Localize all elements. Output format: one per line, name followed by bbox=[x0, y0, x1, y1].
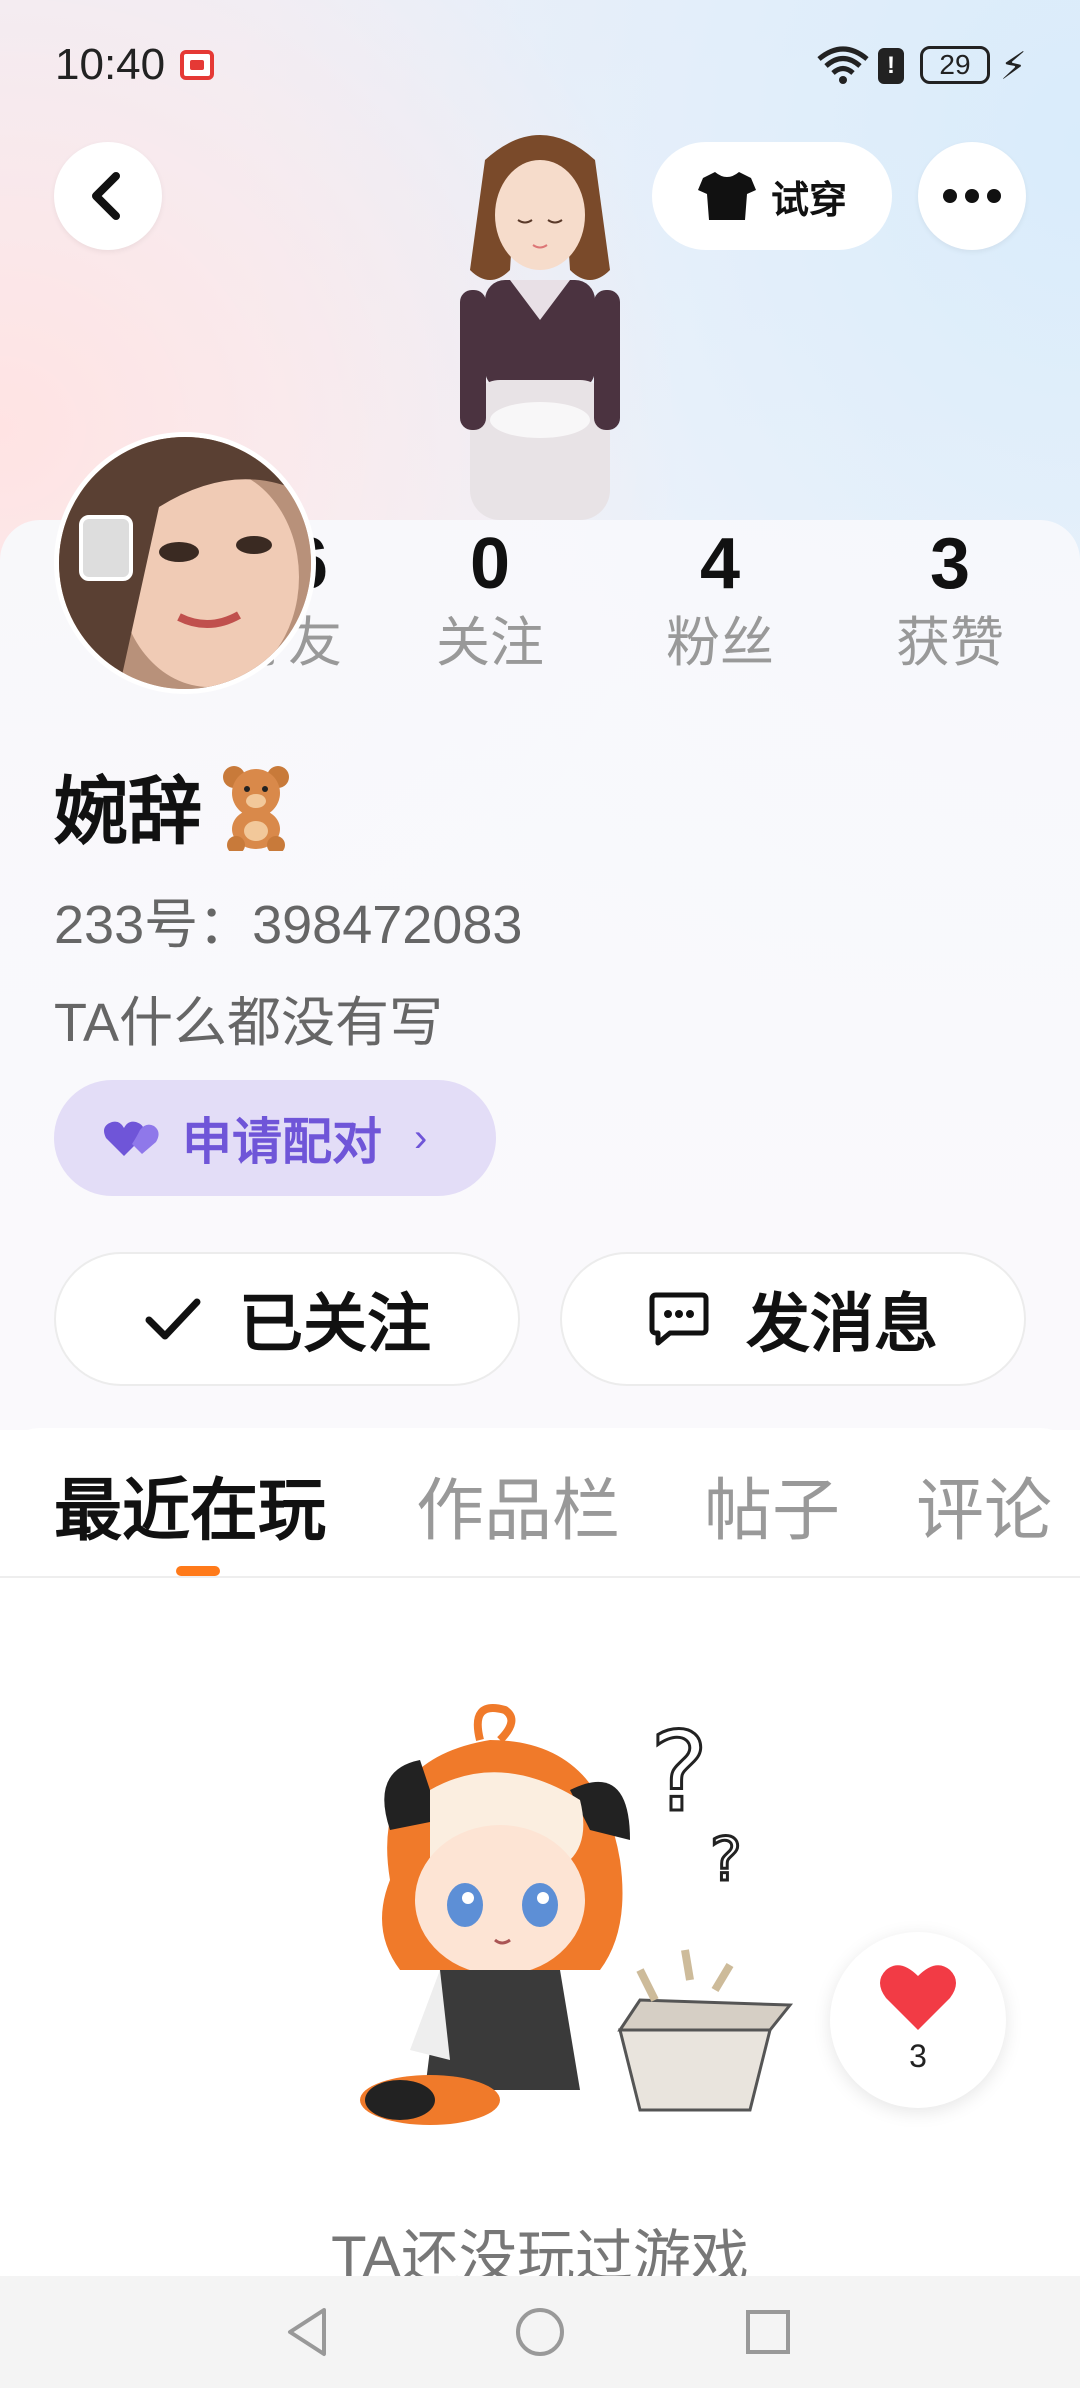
notification-app-icon bbox=[180, 50, 214, 80]
more-options-button[interactable] bbox=[918, 142, 1026, 250]
user-id: 233号：398472083 bbox=[54, 895, 523, 955]
stat-label: 粉丝 bbox=[666, 613, 774, 673]
try-on-label: 试穿 bbox=[770, 179, 847, 222]
apply-pair-button[interactable]: 申请配对 › bbox=[54, 1080, 496, 1196]
stat-fans[interactable]: 4 粉丝 bbox=[640, 520, 800, 678]
teddy-bear-icon bbox=[223, 765, 289, 851]
profile-name-row: 婉辞 bbox=[54, 752, 296, 859]
svg-text:?: ? bbox=[710, 1825, 742, 1895]
stat-likes[interactable]: 3 获赞 bbox=[870, 520, 1030, 678]
empty-state-illustration: ? ? bbox=[360, 1704, 794, 2125]
avatar-3d-figure[interactable] bbox=[390, 120, 690, 520]
nav-home-icon[interactable] bbox=[508, 2300, 572, 2364]
like-button[interactable]: 3 bbox=[830, 1932, 1006, 2108]
heart-icon bbox=[880, 1965, 956, 2030]
tab-recently-played[interactable]: 最近在玩 bbox=[54, 1455, 326, 1554]
apply-pair-label: 申请配对 bbox=[182, 1114, 382, 1170]
profile-name: 婉辞 bbox=[54, 770, 202, 853]
double-heart-icon bbox=[104, 1121, 159, 1156]
stat-value: 3 bbox=[929, 524, 971, 604]
profile-bio: TA什么都没有写 bbox=[54, 993, 443, 1053]
tab-posts[interactable]: 帖子 bbox=[704, 1455, 840, 1554]
try-on-button[interactable]: 试穿 bbox=[652, 142, 892, 250]
chevron-right-icon: › bbox=[414, 1115, 428, 1160]
chevron-left-icon bbox=[92, 172, 120, 220]
avatar-photo bbox=[59, 437, 311, 689]
send-message-button[interactable]: 发消息 bbox=[560, 1252, 1026, 1386]
stat-value: 0 bbox=[469, 524, 511, 604]
wifi-icon bbox=[817, 46, 869, 84]
tab-divider bbox=[0, 1576, 1080, 1578]
stat-label: 关注 bbox=[436, 613, 544, 673]
chat-bubble-icon bbox=[649, 1292, 709, 1346]
tab-works[interactable]: 作品栏 bbox=[416, 1455, 620, 1554]
alert-icon: ! bbox=[878, 48, 904, 84]
charging-bolt-icon: ⚡ bbox=[1000, 46, 1027, 88]
profile-avatar[interactable] bbox=[54, 432, 316, 694]
followed-label: 已关注 bbox=[239, 1288, 431, 1360]
status-bar: 10:40 ! 29 ⚡ bbox=[0, 0, 1080, 130]
tab-comments[interactable]: 评论 bbox=[916, 1455, 1052, 1554]
stat-label: 获赞 bbox=[896, 613, 1004, 673]
check-icon bbox=[145, 1298, 201, 1340]
active-tab-indicator bbox=[176, 1566, 220, 1576]
nav-back-icon[interactable] bbox=[276, 2300, 340, 2364]
stat-following[interactable]: 0 关注 bbox=[410, 520, 570, 678]
svg-text:?: ? bbox=[650, 1708, 708, 1836]
more-dots-icon bbox=[943, 189, 1001, 203]
followed-button[interactable]: 已关注 bbox=[54, 1252, 520, 1386]
battery-indicator: 29 bbox=[920, 46, 990, 84]
send-message-label: 发消息 bbox=[746, 1288, 938, 1360]
like-count: 3 bbox=[909, 2038, 927, 2074]
back-button[interactable] bbox=[54, 142, 162, 250]
status-time: 10:40 bbox=[55, 40, 166, 89]
nav-recents-icon[interactable] bbox=[736, 2300, 800, 2364]
shirt-icon bbox=[697, 172, 756, 220]
stat-value: 4 bbox=[699, 524, 741, 604]
